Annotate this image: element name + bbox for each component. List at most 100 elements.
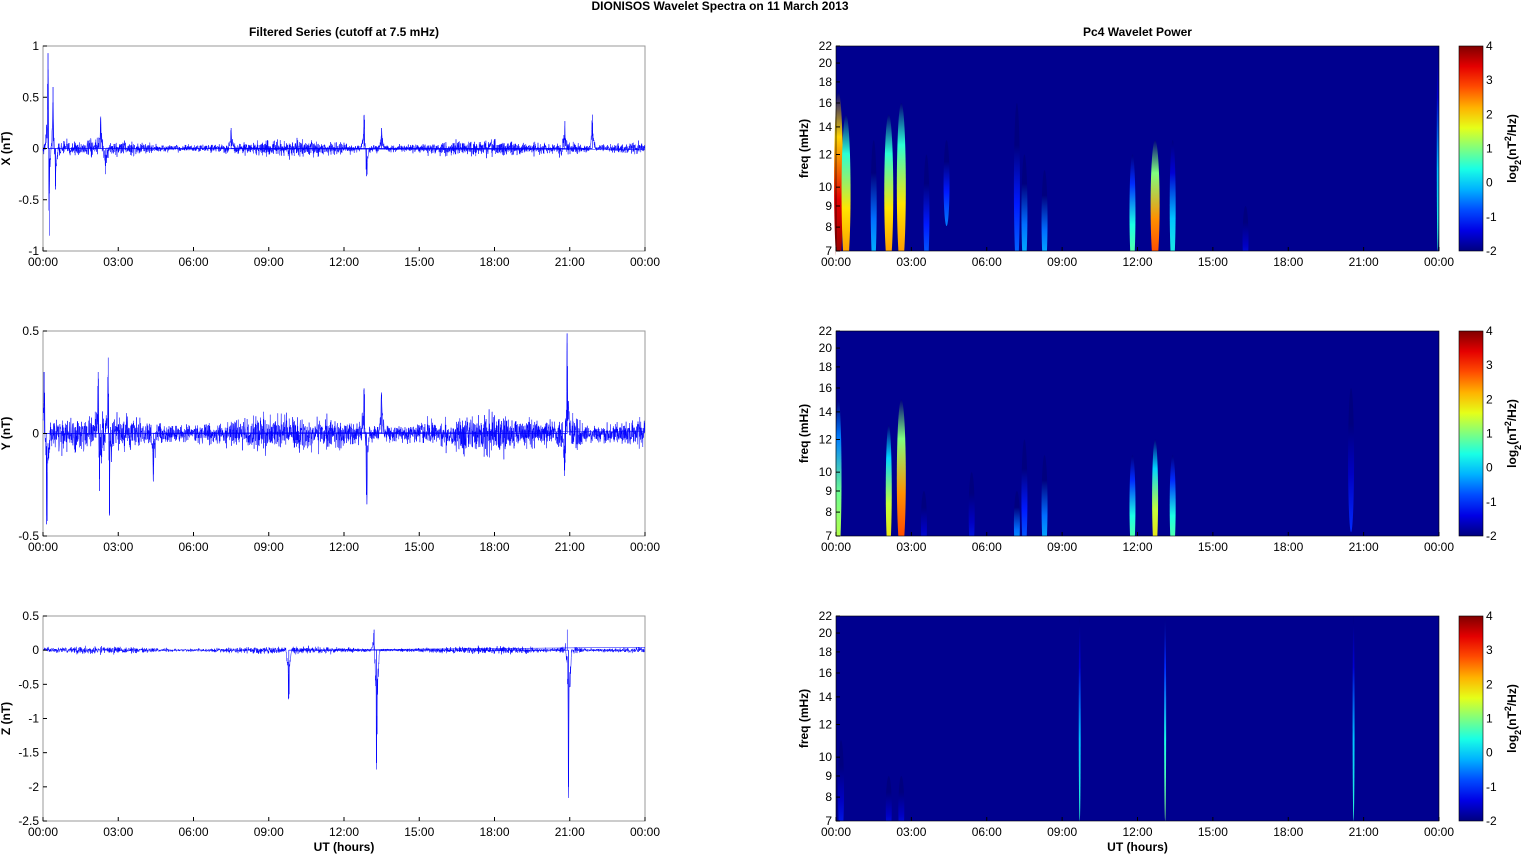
x-tick-label: 12:00: [329, 825, 359, 839]
x-tick-label: 18:00: [1273, 825, 1303, 839]
y-tick-label: 9: [825, 484, 832, 498]
x-tick-label: 03:00: [103, 825, 133, 839]
y-tick-label: 16: [819, 666, 833, 680]
x-tick-label: 12:00: [1122, 825, 1152, 839]
x-tick-label: 00:00: [1424, 825, 1454, 839]
y-tick-label: 14: [819, 120, 833, 134]
colorbar-tick-label: 3: [1486, 358, 1493, 372]
x-tick-label: 00:00: [28, 825, 58, 839]
y-tick-label: 22: [819, 39, 833, 53]
x-tick-label: 12:00: [329, 255, 359, 269]
colorbar-tick-label: 0: [1486, 746, 1493, 760]
spectrogram-Z: 7891012141618202200:00 03:00 06:00 09:00 12:…: [797, 609, 1523, 854]
spectrogram-Y: 7891012141618202200:00 03:00 06:00 09:00 12:…: [797, 324, 1523, 556]
x-tick-label: 12:00: [1122, 255, 1152, 269]
colorbar-tick-label: 0: [1486, 176, 1493, 190]
x-tick-label: 21:00: [555, 255, 585, 269]
x-tick-label: 06:00: [178, 825, 208, 839]
x-tick-label: 00:00: [1424, 255, 1454, 269]
x-tick-label: 00:00: [1424, 540, 1454, 554]
power-burst: [841, 114, 851, 271]
subplot-title: Pc4 Wavelet Power: [1083, 25, 1192, 39]
x-tick-label: 15:00: [404, 825, 434, 839]
colorbar: 4 3 2 1 0 -1 -2 log2(nT2/Hz): [1458, 324, 1523, 543]
x-tick-label: 18:00: [479, 255, 509, 269]
x-tick-label: 00:00: [28, 540, 58, 554]
spectrogram-X: 7891012141618202200:00 03:00 06:00 09:00 12:…: [797, 25, 1523, 271]
x-tick-label: 09:00: [254, 825, 284, 839]
colorbar-tick-label: 0: [1486, 461, 1493, 475]
y-tick-label: 10: [819, 180, 833, 194]
y-tick-label: -2: [28, 780, 39, 794]
x-tick-label: 09:00: [1047, 540, 1077, 554]
power-burst: [943, 140, 950, 227]
x-tick-label: 15:00: [404, 255, 434, 269]
x-tick-label: 21:00: [1349, 255, 1379, 269]
y-tick-label: 18: [819, 360, 833, 374]
power-burst: [884, 114, 894, 271]
y-tick-label: 22: [819, 324, 833, 338]
power-burst: [1078, 616, 1081, 821]
x-tick-label: 21:00: [555, 825, 585, 839]
y-tick-label: 1: [32, 39, 39, 53]
timeseries-X: 10.50-0.5-100:00 03:00 06:00 09:00 12:00 15:0…: [0, 25, 660, 269]
colorbar-tick-label: 4: [1486, 324, 1493, 338]
colorbar: 4 3 2 1 0 -1 -2 log2(nT2/Hz): [1458, 609, 1523, 828]
x-tick-label: 00:00: [821, 825, 851, 839]
y-tick-label: 12: [819, 433, 833, 447]
x-tick-label: 21:00: [555, 540, 585, 554]
colorbar-label: log2(nT2/Hz): [1503, 684, 1523, 753]
subplot-title: Filtered Series (cutoff at 7.5 mHz): [249, 25, 439, 39]
x-tick-label: 15:00: [404, 540, 434, 554]
x-tick-label: 18:00: [479, 825, 509, 839]
y-tick-label: 20: [819, 56, 833, 70]
x-axis-label: UT (hours): [1107, 840, 1168, 854]
y-tick-label: 0: [32, 643, 39, 657]
timeseries-Z: 0.50-0.5-1-1.5-2-2.500:00 03:00 06:00 09:00…: [0, 609, 660, 854]
x-tick-label: 00:00: [821, 540, 851, 554]
y-tick-label: 12: [819, 718, 833, 732]
power-burst: [1436, 46, 1439, 251]
figure: DIONISOS Wavelet Spectra on 11 March 201…: [0, 0, 1525, 854]
x-tick-label: 06:00: [178, 255, 208, 269]
x-tick-label: 03:00: [896, 255, 926, 269]
x-tick-label: 15:00: [1198, 255, 1228, 269]
y-tick-label: 16: [819, 96, 833, 110]
y-tick-label: 0.5: [22, 324, 39, 338]
y-tick-label: 10: [819, 750, 833, 764]
y-tick-label: 0.5: [22, 609, 39, 623]
chart-canvas: 1 0.5 0 -0.5 -1 00:00 03:00 06:00 09:00 12:00 15:0…: [0, 25, 1523, 854]
colorbar: 4 3 2 1 0 -1 -2 log2(nT2/Hz): [1458, 39, 1523, 258]
x-tick-label: 09:00: [1047, 825, 1077, 839]
colorbar-tick-label: 2: [1486, 392, 1493, 406]
colorbar-tick-label: -1: [1486, 780, 1497, 794]
x-tick-label: 00:00: [821, 255, 851, 269]
y-tick-label: -0.5: [18, 677, 39, 691]
y-tick-label: 18: [819, 645, 833, 659]
colorbar-tick-label: -1: [1486, 495, 1497, 509]
y-tick-label: 18: [819, 75, 833, 89]
x-tick-label: 03:00: [896, 825, 926, 839]
power-burst: [896, 399, 906, 556]
y-tick-label: 8: [825, 220, 832, 234]
y-tick-label: -0.5: [18, 193, 39, 207]
x-tick-label: 18:00: [1273, 540, 1303, 554]
power-burst: [1013, 103, 1020, 271]
timeseries-Y: 0.50-0.500:00 03:00 06:00 09:00 12:00 15:00 18…: [0, 324, 660, 554]
x-tick-label: 15:00: [1198, 540, 1228, 554]
colorbar-tick-label: -2: [1486, 244, 1497, 258]
power-burst: [1348, 388, 1355, 533]
y-tick-label: 22: [819, 609, 833, 623]
x-tick-label: 00:00: [630, 540, 660, 554]
x-tick-label: 21:00: [1349, 825, 1379, 839]
colorbar-tick-label: -2: [1486, 814, 1497, 828]
x-tick-label: 12:00: [1122, 540, 1152, 554]
x-tick-label: 12:00: [329, 540, 359, 554]
x-tick-label: 09:00: [1047, 255, 1077, 269]
y-axis-label: freq (mHz): [797, 404, 811, 463]
x-tick-label: 03:00: [103, 255, 133, 269]
y-tick-label: 14: [819, 690, 833, 704]
x-tick-label: 21:00: [1349, 540, 1379, 554]
x-tick-label: 00:00: [28, 255, 58, 269]
y-tick-label: 0: [32, 427, 39, 441]
